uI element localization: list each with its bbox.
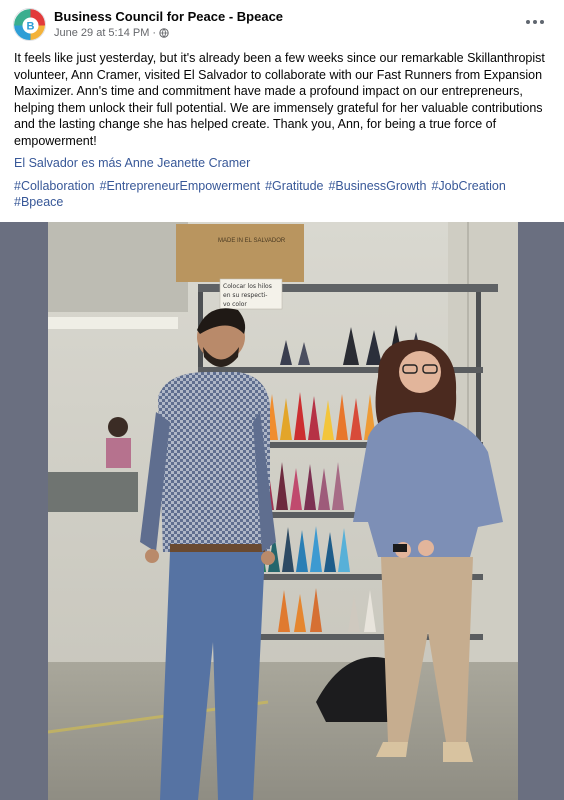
page-name-link[interactable]: Business Council for Peace - Bpeace bbox=[54, 9, 283, 24]
post-body: It feels like just yesterday, but it's a… bbox=[14, 50, 550, 211]
post-meta: June 29 at 5:14 PM · bbox=[54, 27, 169, 39]
hashtag-link[interactable]: #Collaboration bbox=[14, 178, 95, 195]
sign-line-3: vo color bbox=[223, 301, 247, 308]
post-header: B Business Council for Peace - Bpeace Ju… bbox=[0, 0, 564, 46]
globe-icon[interactable] bbox=[159, 28, 169, 38]
hashtag-link[interactable]: #Bpeace bbox=[14, 194, 63, 211]
svg-text:B: B bbox=[27, 21, 35, 33]
hashtag-link[interactable]: #EntrepreneurEmpowerment bbox=[100, 178, 261, 195]
post-hashtags: #Collaboration #EntrepreneurEmpowerment … bbox=[14, 178, 550, 211]
post-photo[interactable]: MADE IN EL SALVADOR Colocar los hilos en… bbox=[0, 222, 564, 800]
hashtag-link[interactable]: #BusinessGrowth bbox=[328, 178, 426, 195]
sign-line-1: Colocar los hilos bbox=[223, 283, 272, 290]
post-timestamp[interactable]: June 29 at 5:14 PM bbox=[54, 27, 149, 39]
post-mentions: El Salvador es más Anne Jeanette Cramer bbox=[14, 155, 550, 172]
box-label: MADE IN EL SALVADOR bbox=[218, 238, 286, 244]
sign-line-2: en su respecti- bbox=[223, 292, 267, 299]
meta-separator: · bbox=[152, 27, 157, 39]
page-avatar[interactable]: B bbox=[13, 8, 46, 41]
mention-name-link[interactable]: Anne Jeanette Cramer bbox=[124, 156, 250, 170]
post-text: It feels like just yesterday, but it's a… bbox=[14, 51, 545, 148]
hashtag-link[interactable]: #JobCreation bbox=[431, 178, 505, 195]
photo-image: MADE IN EL SALVADOR Colocar los hilos en… bbox=[48, 222, 518, 800]
mention-prefix-link[interactable]: El Salvador es más bbox=[14, 156, 122, 170]
hashtag-link[interactable]: #Gratitude bbox=[265, 178, 323, 195]
more-options-icon[interactable] bbox=[522, 12, 548, 32]
photo-illustration: MADE IN EL SALVADOR Colocar los hilos en… bbox=[48, 222, 518, 800]
bpeace-logo-icon: B bbox=[14, 9, 45, 40]
